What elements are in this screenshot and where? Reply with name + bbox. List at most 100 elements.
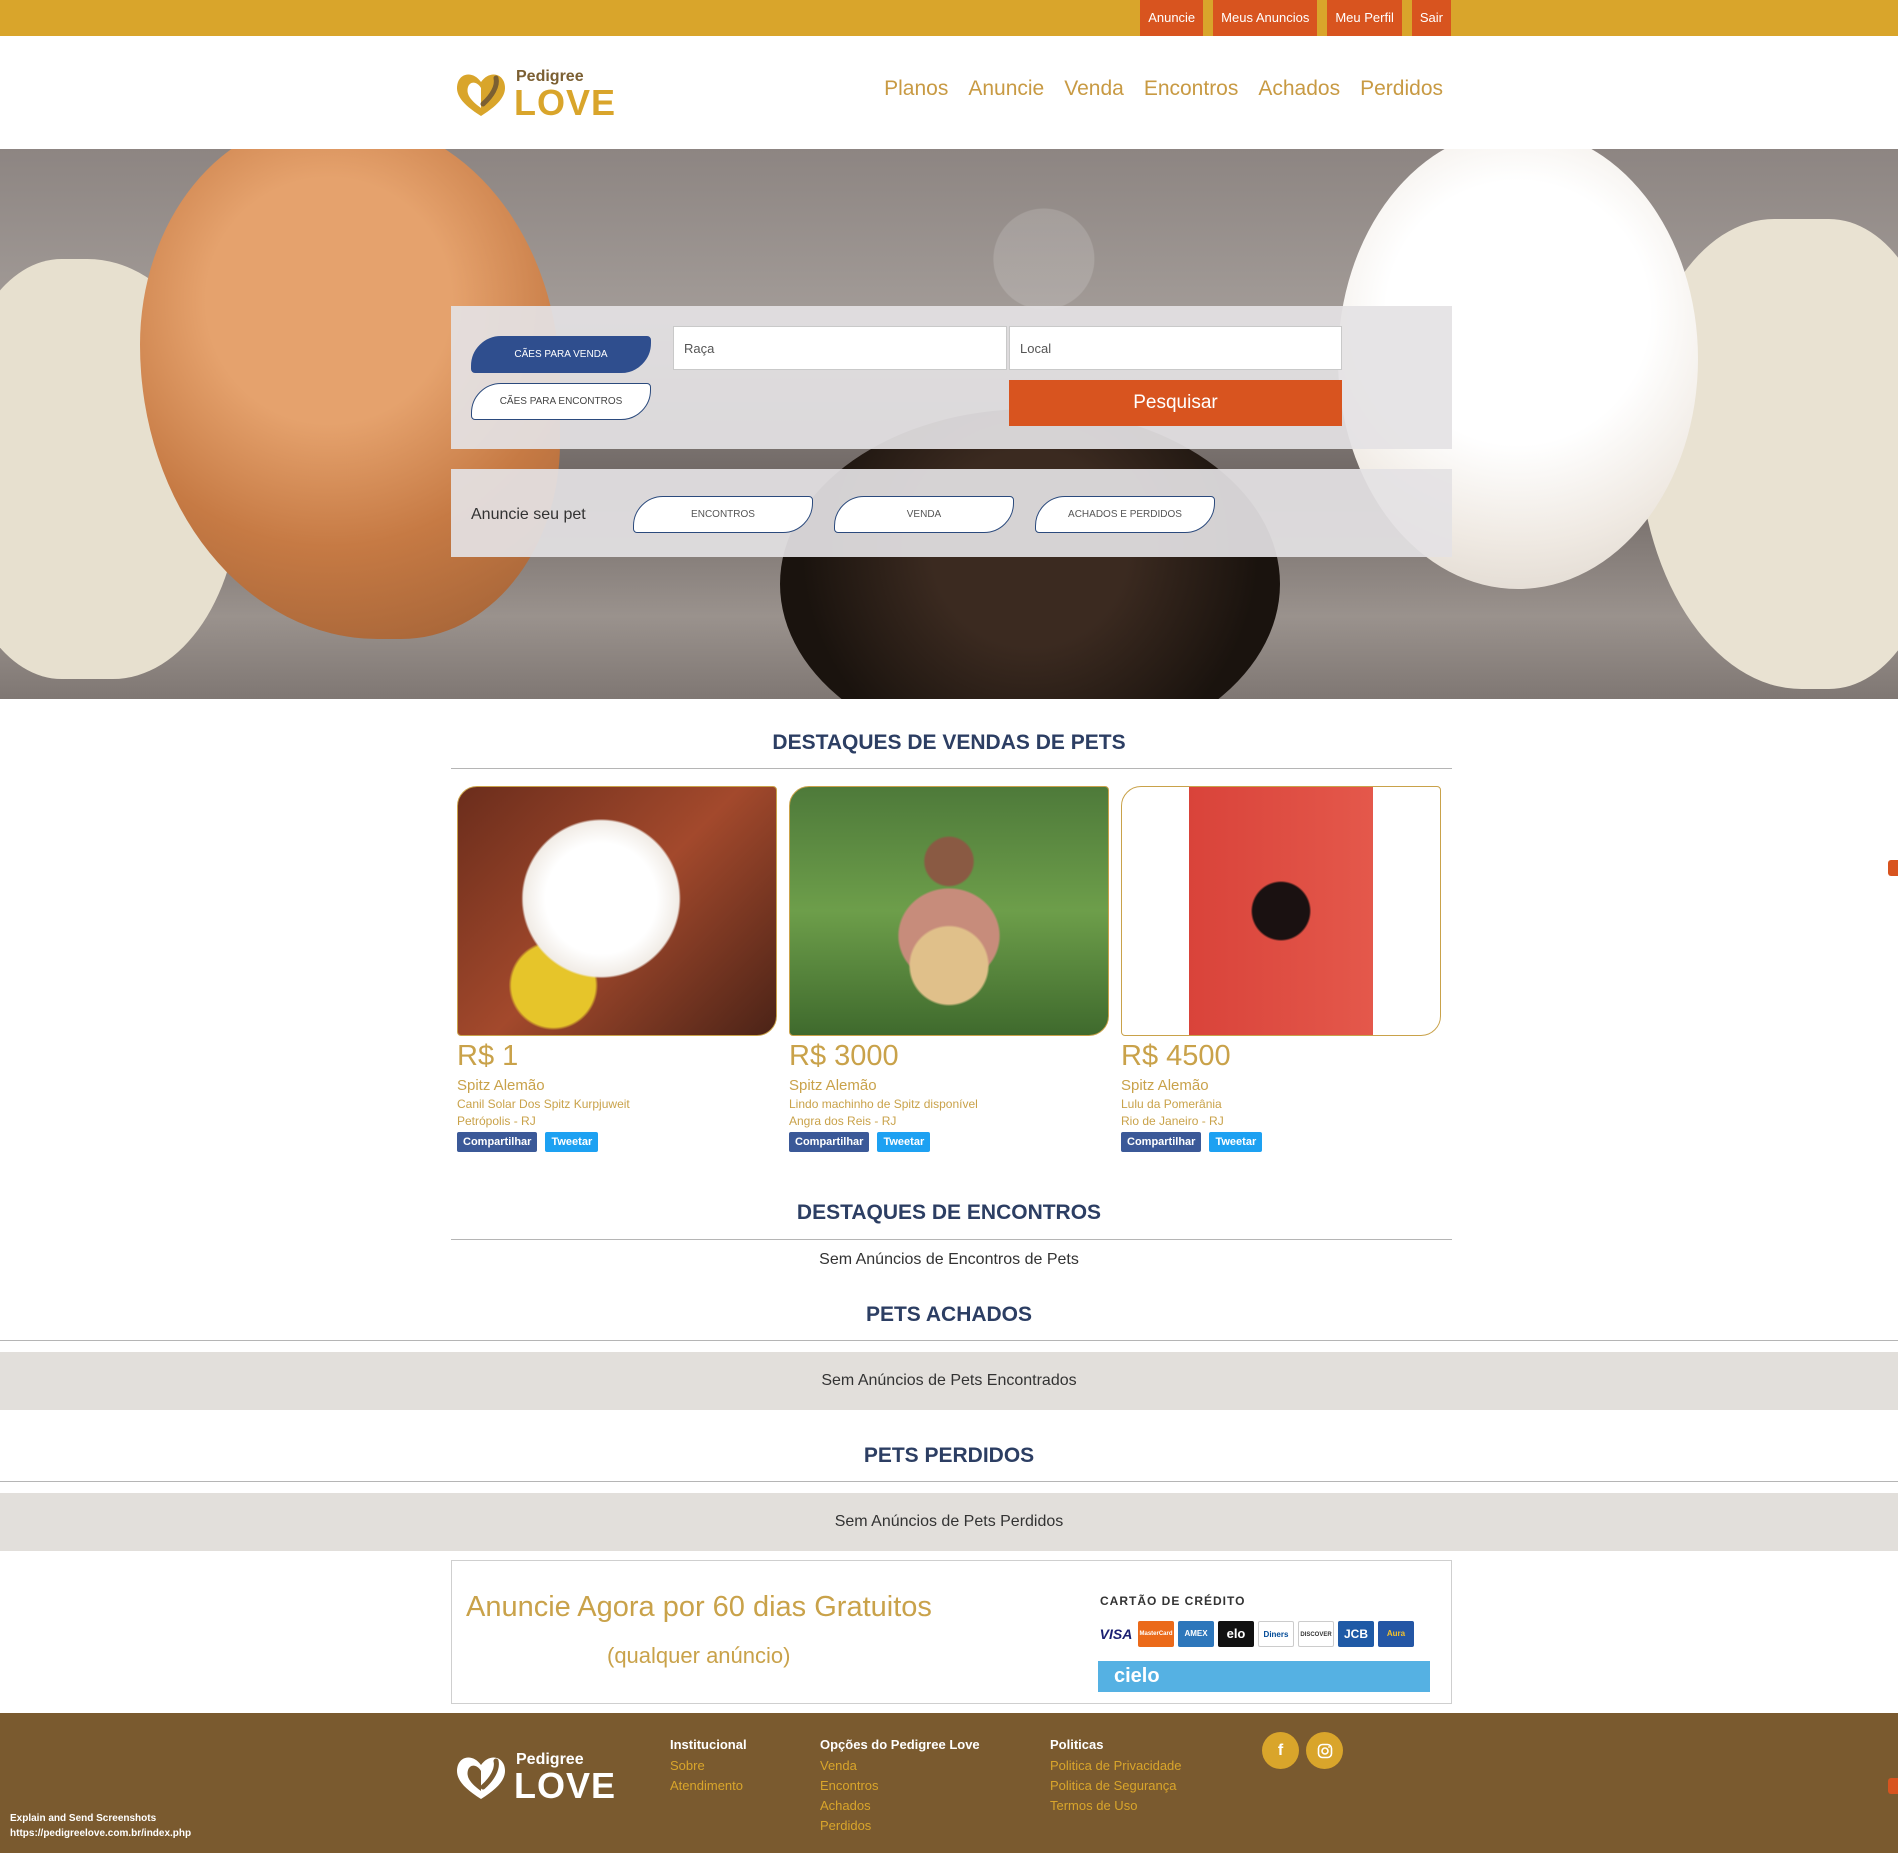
footer-logo[interactable]: Pedigree LOVE bbox=[452, 1743, 615, 1806]
logo[interactable]: Pedigree LOVE bbox=[452, 60, 615, 123]
sale-description: Canil Solar Dos Spitz Kurpjuweit bbox=[457, 1097, 630, 1111]
footer-col-politicas: Politicas Politica de Privacidade Politi… bbox=[1050, 1737, 1182, 1816]
lost-section-title: PETS PERDIDOS bbox=[863, 1444, 1035, 1467]
found-empty-band: Sem Anúncios de Pets Encontrados bbox=[0, 1352, 1898, 1410]
credit-card-title: CARTÃO DE CRÉDITO bbox=[1100, 1594, 1246, 1608]
facebook-share-button[interactable]: Compartilhar bbox=[1121, 1132, 1202, 1152]
footer-link-seguranca[interactable]: Politica de Segurança bbox=[1050, 1776, 1182, 1796]
sale-photo[interactable] bbox=[1121, 786, 1441, 1036]
sale-price: R$ 1 bbox=[457, 1040, 519, 1072]
footer-link-atendimento[interactable]: Atendimento bbox=[670, 1776, 747, 1796]
lost-divider bbox=[0, 1481, 1898, 1482]
feedback-side-tab[interactable] bbox=[1888, 860, 1898, 876]
screenshot-note-line1: Explain and Send Screenshots bbox=[10, 1813, 157, 1824]
screenshot-tool-note[interactable]: Explain and Send Screenshots https://ped… bbox=[10, 1811, 191, 1841]
site-header: Pedigree LOVE Planos Anuncie Venda Encon… bbox=[0, 36, 1898, 149]
encounters-section-title: DESTAQUES DE ENCONTROS bbox=[796, 1201, 1102, 1224]
sales-divider bbox=[451, 768, 1452, 769]
lost-empty-message: Sem Anúncios de Pets Perdidos bbox=[834, 1513, 1064, 1530]
sale-price: R$ 4500 bbox=[1121, 1040, 1231, 1072]
sale-photo[interactable] bbox=[789, 786, 1109, 1036]
mastercard-icon: MasterCard bbox=[1138, 1621, 1174, 1647]
nav-anuncie[interactable]: Anuncie bbox=[968, 77, 1044, 101]
instagram-icon[interactable] bbox=[1306, 1732, 1343, 1769]
top-link-sair[interactable]: Sair bbox=[1411, 0, 1451, 36]
top-link-anuncie[interactable]: Anuncie bbox=[1140, 0, 1204, 36]
footer-link-termos[interactable]: Termos de Uso bbox=[1050, 1796, 1182, 1816]
main-nav: Planos Anuncie Venda Encontros Achados P… bbox=[884, 77, 1443, 101]
sale-card[interactable]: R$ 4500 Spitz Alemão Lulu da Pomerânia R… bbox=[1121, 786, 1441, 1152]
facebook-share-button[interactable]: Compartilhar bbox=[457, 1132, 538, 1152]
announce-achados-perdidos-button[interactable]: ACHADOS E PERDIDOS bbox=[1035, 496, 1215, 533]
sale-photo[interactable] bbox=[457, 786, 777, 1036]
footer-link-venda[interactable]: Venda bbox=[820, 1756, 980, 1776]
sale-location: Angra dos Reis - RJ bbox=[789, 1114, 897, 1128]
promo-banner[interactable]: Anuncie Agora por 60 dias Gratuitos (qua… bbox=[451, 1560, 1452, 1704]
sale-breed: Spitz Alemão bbox=[457, 1077, 545, 1094]
tab-caes-para-venda[interactable]: CÃES PARA VENDA bbox=[471, 336, 651, 373]
heart-logo-icon bbox=[456, 74, 506, 116]
found-divider bbox=[0, 1340, 1898, 1341]
lost-empty-band: Sem Anúncios de Pets Perdidos bbox=[0, 1493, 1898, 1551]
nav-venda[interactable]: Venda bbox=[1064, 77, 1124, 101]
sale-location: Rio de Janeiro - RJ bbox=[1121, 1114, 1224, 1128]
site-footer: Pedigree LOVE Institucional Sobre Atendi… bbox=[0, 1713, 1898, 1853]
announce-venda-button[interactable]: VENDA bbox=[834, 496, 1014, 533]
feedback-side-tab-bottom[interactable] bbox=[1888, 1778, 1898, 1794]
logo-text-big: LOVE bbox=[514, 82, 617, 123]
top-utility-bar: Anuncie Meus Anuncios Meu Perfil Sair bbox=[0, 0, 1898, 36]
footer-link-perdidos[interactable]: Perdidos bbox=[820, 1816, 980, 1836]
sale-breed: Spitz Alemão bbox=[1121, 1077, 1209, 1094]
search-panel: CÃES PARA VENDA CÃES PARA ENCONTROS Raça… bbox=[451, 306, 1452, 449]
twitter-tweet-button[interactable]: Tweetar bbox=[1209, 1132, 1263, 1152]
sale-card[interactable]: R$ 1 Spitz Alemão Canil Solar Dos Spitz … bbox=[457, 786, 777, 1152]
tab-caes-para-encontros[interactable]: CÃES PARA ENCONTROS bbox=[471, 383, 651, 420]
sales-section-title: DESTAQUES DE VENDAS DE PETS bbox=[772, 731, 1126, 754]
jcb-icon: JCB bbox=[1338, 1621, 1374, 1647]
sale-location: Petrópolis - RJ bbox=[457, 1114, 536, 1128]
heart-logo-icon bbox=[456, 1757, 506, 1799]
footer-logo-text-big: LOVE bbox=[514, 1765, 617, 1806]
facebook-share-button[interactable]: Compartilhar bbox=[789, 1132, 870, 1152]
facebook-icon[interactable]: f bbox=[1262, 1732, 1299, 1769]
twitter-tweet-button[interactable]: Tweetar bbox=[877, 1132, 931, 1152]
location-input[interactable]: Local bbox=[1009, 326, 1342, 370]
nav-encontros[interactable]: Encontros bbox=[1144, 77, 1239, 101]
found-empty-message: Sem Anúncios de Pets Encontrados bbox=[821, 1372, 1077, 1389]
announce-panel: Anuncie seu pet ENCONTROS VENDA ACHADOS … bbox=[451, 469, 1452, 557]
footer-link-sobre[interactable]: Sobre bbox=[670, 1756, 747, 1776]
search-button[interactable]: Pesquisar bbox=[1009, 380, 1342, 426]
encounters-empty-message: Sem Anúncios de Encontros de Pets bbox=[819, 1251, 1079, 1268]
found-section-title: PETS ACHADOS bbox=[865, 1303, 1033, 1326]
top-link-meus-anuncios[interactable]: Meus Anuncios bbox=[1213, 0, 1318, 36]
elo-icon: elo bbox=[1218, 1621, 1254, 1647]
footer-col-institucional: Institucional Sobre Atendimento bbox=[670, 1737, 747, 1796]
promo-headline: Anuncie Agora por 60 dias Gratuitos bbox=[466, 1591, 932, 1623]
cielo-logo: cielo bbox=[1098, 1661, 1430, 1692]
visa-icon: VISA bbox=[1098, 1621, 1134, 1647]
discover-icon: DISCOVER bbox=[1298, 1621, 1334, 1647]
nav-planos[interactable]: Planos bbox=[884, 77, 948, 101]
sale-breed: Spitz Alemão bbox=[789, 1077, 877, 1094]
sale-card[interactable]: R$ 3000 Spitz Alemão Lindo machinho de S… bbox=[789, 786, 1109, 1152]
footer-link-encontros[interactable]: Encontros bbox=[820, 1776, 980, 1796]
hero-banner: CÃES PARA VENDA CÃES PARA ENCONTROS Raça… bbox=[0, 149, 1898, 699]
footer-link-achados[interactable]: Achados bbox=[820, 1796, 980, 1816]
breed-input[interactable]: Raça bbox=[673, 326, 1007, 370]
sale-price: R$ 3000 bbox=[789, 1040, 899, 1072]
announce-encontros-button[interactable]: ENCONTROS bbox=[633, 496, 813, 533]
diners-icon: Diners bbox=[1258, 1621, 1294, 1647]
footer-link-privacidade[interactable]: Politica de Privacidade bbox=[1050, 1756, 1182, 1776]
footer-heading: Institucional bbox=[670, 1737, 747, 1752]
nav-perdidos[interactable]: Perdidos bbox=[1360, 77, 1443, 101]
nav-achados[interactable]: Achados bbox=[1258, 77, 1340, 101]
encounters-divider bbox=[451, 1239, 1452, 1240]
sale-description: Lindo machinho de Spitz disponível bbox=[789, 1097, 978, 1111]
credit-card-logos: VISA MasterCard AMEX elo Diners DISCOVER… bbox=[1098, 1621, 1414, 1647]
amex-icon: AMEX bbox=[1178, 1621, 1214, 1647]
instagram-glyph bbox=[1317, 1743, 1332, 1759]
aura-icon: Aura bbox=[1378, 1621, 1414, 1647]
twitter-tweet-button[interactable]: Tweetar bbox=[545, 1132, 599, 1152]
footer-col-opcoes: Opções do Pedigree Love Venda Encontros … bbox=[820, 1737, 980, 1836]
top-link-meu-perfil[interactable]: Meu Perfil bbox=[1327, 0, 1402, 36]
